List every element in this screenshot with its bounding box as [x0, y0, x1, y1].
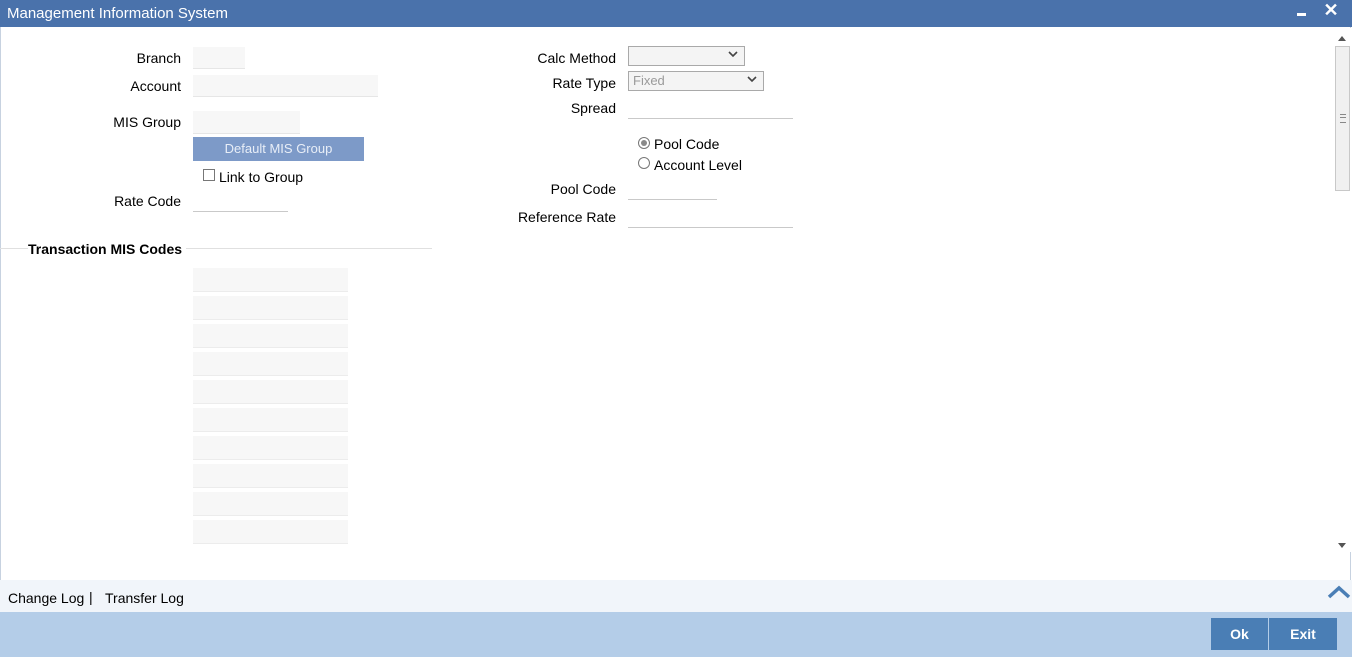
link-to-group-checkbox[interactable]: [203, 169, 215, 181]
pool-code-label: Pool Code: [550, 181, 616, 197]
rate-type-select[interactable]: Fixed: [628, 71, 764, 91]
minimize-icon[interactable]: [1294, 3, 1310, 23]
scroll-thumb[interactable]: [1335, 46, 1350, 191]
transaction-mis-code-input[interactable]: [193, 436, 348, 460]
rate-type-value: Fixed: [633, 73, 665, 88]
transaction-mis-code-input[interactable]: [193, 324, 348, 348]
section-title: Transaction MIS Codes: [28, 241, 187, 257]
branch-label: Branch: [136, 50, 181, 66]
footer-links-bar: [0, 580, 1352, 612]
transaction-mis-code-input[interactable]: [193, 520, 348, 544]
transfer-log-link[interactable]: Transfer Log: [105, 590, 184, 606]
grip-icon: [1340, 114, 1346, 123]
transaction-mis-code-input[interactable]: [193, 352, 348, 376]
rate-code-input[interactable]: [193, 189, 288, 212]
footer-action-bar: [0, 612, 1352, 657]
transaction-mis-code-input[interactable]: [193, 408, 348, 432]
transaction-mis-code-input[interactable]: [193, 492, 348, 516]
window-title: Management Information System: [7, 5, 228, 22]
default-mis-group-button[interactable]: Default MIS Group: [193, 137, 364, 161]
calc-method-label: Calc Method: [537, 50, 616, 66]
title-bar: Management Information System ✕: [0, 0, 1352, 27]
close-icon[interactable]: ✕: [1322, 0, 1340, 22]
chevron-up-icon[interactable]: [1326, 583, 1352, 601]
account-label: Account: [130, 78, 181, 94]
transaction-mis-code-input[interactable]: [193, 268, 348, 292]
pool-code-radio-label: Pool Code: [654, 136, 720, 152]
account-level-radio[interactable]: [638, 157, 650, 169]
reference-rate-input[interactable]: [628, 205, 793, 228]
chevron-down-icon: [747, 76, 757, 83]
rate-code-label: Rate Code: [114, 193, 181, 209]
rate-type-label: Rate Type: [552, 75, 616, 91]
chevron-down-icon: [728, 51, 738, 58]
footer-separator: |: [89, 589, 93, 605]
spread-label: Spread: [570, 100, 616, 116]
scroll-up-icon[interactable]: [1337, 33, 1347, 43]
link-to-group-label: Link to Group: [219, 169, 304, 185]
branch-input[interactable]: [193, 47, 245, 69]
mis-group-input[interactable]: [193, 111, 300, 134]
pool-code-input[interactable]: [628, 177, 717, 200]
calc-method-select[interactable]: [628, 46, 745, 66]
change-log-link[interactable]: Change Log: [8, 590, 84, 606]
account-input[interactable]: [193, 75, 378, 97]
transaction-mis-code-input[interactable]: [193, 296, 348, 320]
transaction-mis-code-input[interactable]: [193, 464, 348, 488]
mis-group-label: MIS Group: [113, 114, 181, 130]
spread-input[interactable]: [628, 96, 793, 119]
pool-code-radio[interactable]: [638, 137, 650, 149]
ok-button[interactable]: Ok: [1211, 618, 1268, 650]
account-level-radio-label: Account Level: [654, 157, 742, 173]
scroll-down-icon[interactable]: [1337, 541, 1347, 551]
exit-button[interactable]: Exit: [1269, 618, 1337, 650]
transaction-mis-code-input[interactable]: [193, 380, 348, 404]
reference-rate-label: Reference Rate: [517, 209, 616, 225]
